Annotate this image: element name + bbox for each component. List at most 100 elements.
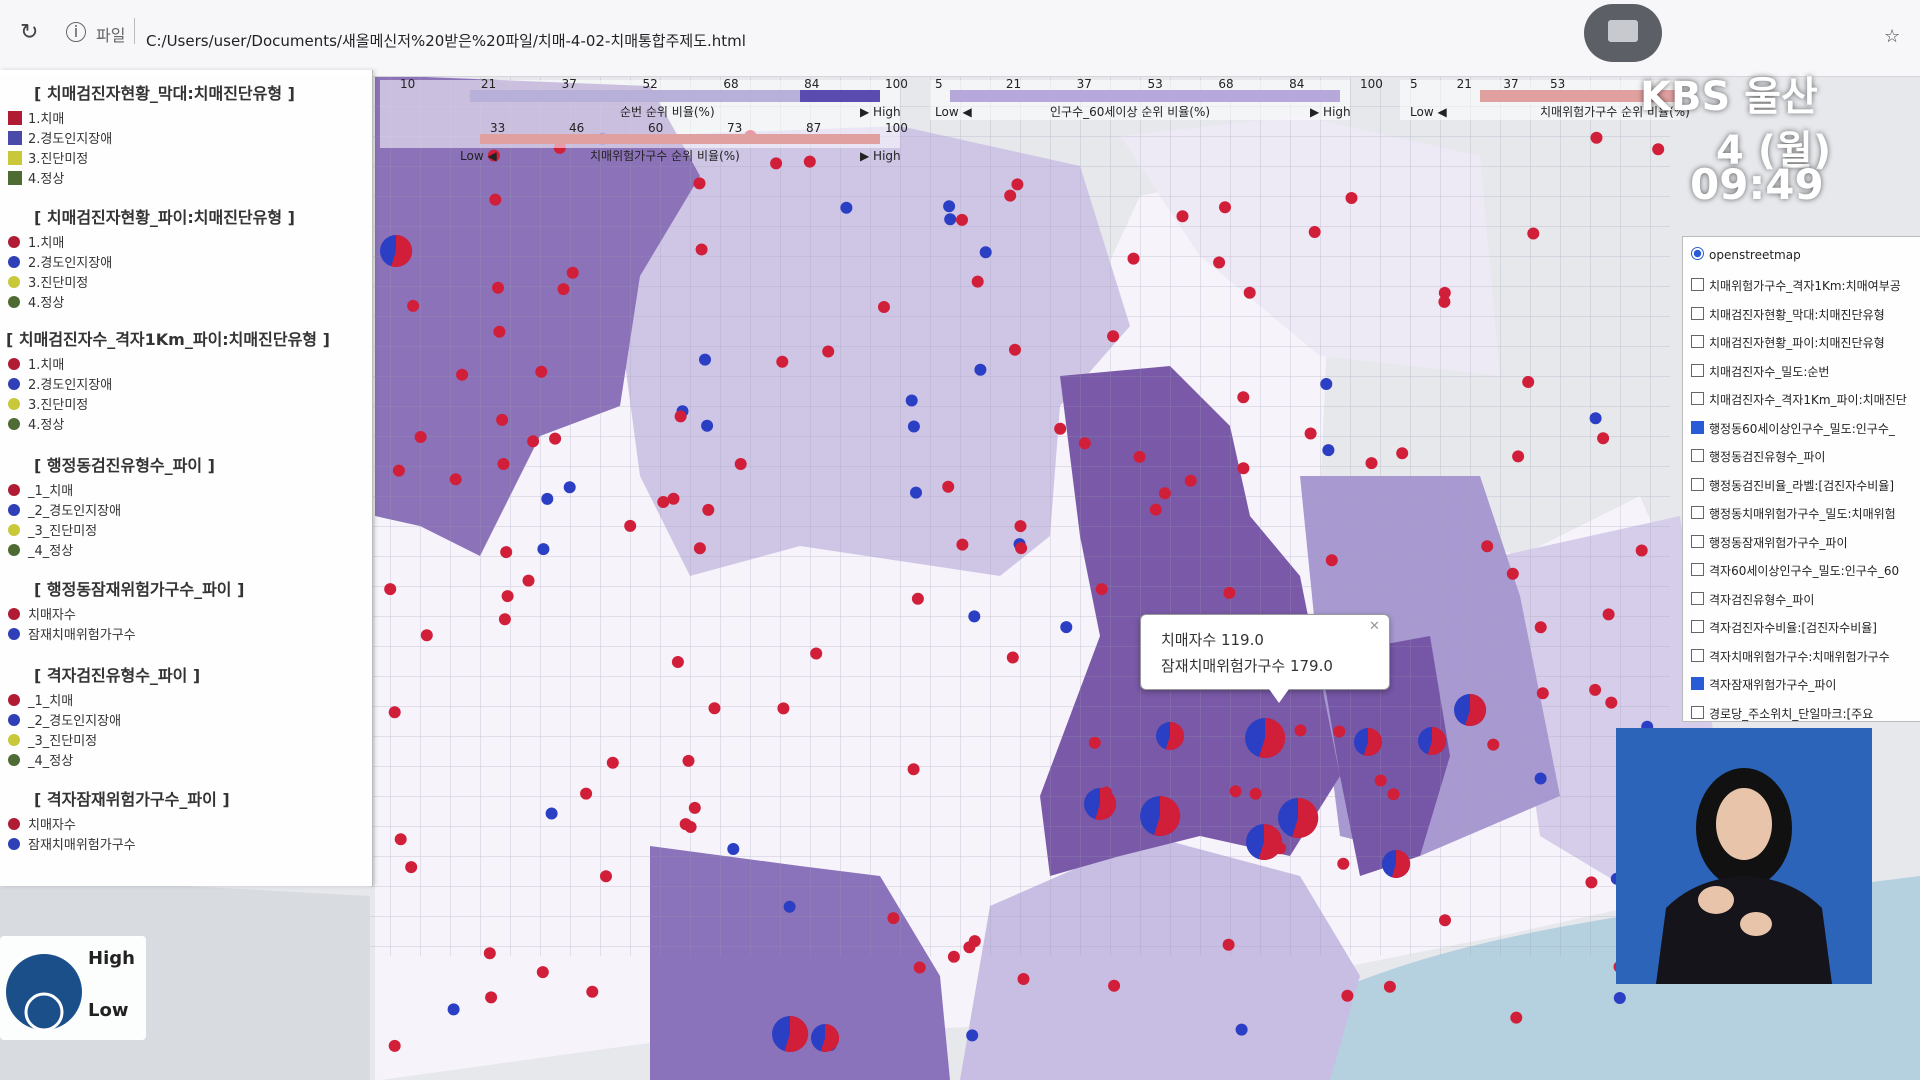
map-point[interactable] (1078, 437, 1091, 450)
layer-toggle[interactable]: 행정동60세이상인구수_밀도:인구수_ (1691, 420, 1919, 437)
map-point[interactable] (1333, 725, 1346, 738)
map-point[interactable] (702, 503, 715, 516)
map-point[interactable] (1487, 738, 1500, 751)
map-point[interactable] (580, 787, 593, 800)
bookmark-star-icon[interactable]: ☆ (1884, 26, 1900, 47)
map-point[interactable] (682, 754, 695, 767)
map-point[interactable] (1589, 683, 1602, 696)
checkbox-icon[interactable] (1691, 620, 1704, 633)
close-icon[interactable]: ✕ (1369, 619, 1380, 634)
map-point[interactable] (708, 702, 721, 715)
map-point[interactable] (456, 368, 469, 381)
map-point[interactable] (600, 870, 612, 883)
layer-toggle[interactable]: 격자잠재위험가구수_파이 (1691, 676, 1919, 693)
map-point[interactable] (1184, 474, 1197, 487)
map-point[interactable] (1237, 391, 1250, 404)
map-point[interactable] (1396, 447, 1409, 460)
map-point[interactable] (1652, 143, 1665, 156)
map-point[interactable] (388, 706, 401, 719)
map-point[interactable] (776, 355, 789, 368)
map-point[interactable] (734, 458, 747, 470)
map-point[interactable] (910, 486, 922, 499)
map-point[interactable] (1320, 378, 1333, 390)
checkbox-checked-icon[interactable] (1691, 420, 1704, 434)
map-point[interactable] (727, 843, 740, 855)
checkbox-icon[interactable] (1691, 705, 1704, 719)
map-point[interactable] (947, 950, 960, 963)
map-point[interactable] (497, 458, 510, 470)
layer-toggle[interactable]: 치매검진자수_격자1Km_파이:치매진단 (1691, 391, 1919, 408)
checkbox-icon[interactable] (1691, 648, 1704, 662)
map-point[interactable] (657, 496, 670, 508)
checkbox-checked-icon[interactable] (1691, 677, 1704, 690)
checkbox-icon[interactable] (1691, 591, 1704, 605)
map-point[interactable] (405, 861, 418, 874)
map-point[interactable] (1009, 343, 1021, 356)
map-point[interactable] (1127, 252, 1140, 265)
map-point[interactable] (535, 365, 548, 378)
map-point[interactable] (907, 420, 920, 433)
info-icon[interactable]: i (66, 22, 86, 42)
map-point[interactable] (679, 818, 692, 831)
layer-toggle[interactable]: 치매검진자수_밀도:순번 (1691, 363, 1919, 380)
map-point[interactable] (783, 900, 796, 913)
map-point[interactable] (1304, 427, 1317, 440)
map-point[interactable] (944, 213, 957, 226)
map-point[interactable] (493, 325, 506, 338)
map-point[interactable] (913, 961, 926, 974)
map-point[interactable] (1229, 785, 1242, 798)
map-point[interactable] (1590, 131, 1603, 144)
map-point[interactable] (968, 935, 981, 948)
layer-toggle[interactable]: 격자검진자수비율:[검진자수비율] (1691, 619, 1919, 636)
map-point[interactable] (1158, 487, 1171, 500)
map-point[interactable] (489, 193, 502, 206)
map-point[interactable] (1383, 980, 1396, 993)
map-point[interactable] (485, 991, 498, 1004)
layer-toggle[interactable]: 치매검진자현황_막대:치매진단유형 (1691, 306, 1919, 323)
map-point[interactable] (1341, 989, 1354, 1002)
checkbox-icon[interactable] (1691, 534, 1704, 548)
map-point[interactable] (693, 177, 706, 190)
map-point[interactable] (887, 912, 900, 925)
map-point[interactable] (1534, 772, 1547, 785)
layer-toggle[interactable]: 행정동검진유형수_파이 (1691, 448, 1919, 465)
radio-icon[interactable] (1691, 247, 1704, 260)
map-point[interactable] (566, 266, 579, 279)
map-point[interactable] (1060, 621, 1073, 634)
map-point[interactable] (674, 410, 687, 423)
map-point[interactable] (1506, 567, 1519, 580)
map-point[interactable] (1536, 687, 1549, 700)
map-point[interactable] (1088, 736, 1101, 749)
map-point[interactable] (498, 613, 511, 626)
map-point[interactable] (1237, 462, 1250, 475)
map-point[interactable] (1387, 788, 1400, 801)
layer-toggle[interactable]: 행정동잠재위험가구수_파이 (1691, 534, 1919, 551)
map-point[interactable] (1235, 1023, 1248, 1036)
checkbox-icon[interactable] (1691, 278, 1704, 291)
map-point[interactable] (942, 480, 955, 493)
map-point[interactable] (394, 833, 407, 846)
map-point[interactable] (606, 756, 619, 769)
map-point[interactable] (392, 464, 405, 477)
map-point[interactable] (822, 345, 835, 358)
map-point[interactable] (777, 702, 790, 715)
map-point[interactable] (1522, 376, 1535, 388)
map-point[interactable] (1107, 330, 1120, 343)
checkbox-icon[interactable] (1691, 392, 1704, 405)
map-point[interactable] (979, 246, 992, 259)
map-point[interactable] (943, 200, 956, 213)
map-point[interactable] (974, 363, 987, 376)
map-point[interactable] (1527, 227, 1540, 240)
map-point[interactable] (1095, 583, 1108, 596)
map-point[interactable] (1605, 696, 1618, 709)
checkbox-icon[interactable] (1691, 449, 1704, 462)
map-point[interactable] (1054, 422, 1067, 435)
map-point[interactable] (388, 1039, 401, 1052)
map-point[interactable] (956, 538, 969, 551)
map-point[interactable] (1223, 586, 1236, 599)
map-point[interactable] (1243, 286, 1256, 299)
map-point[interactable] (667, 492, 680, 505)
map-point[interactable] (384, 583, 397, 596)
map-point[interactable] (1635, 544, 1648, 557)
map-point[interactable] (1006, 651, 1019, 664)
